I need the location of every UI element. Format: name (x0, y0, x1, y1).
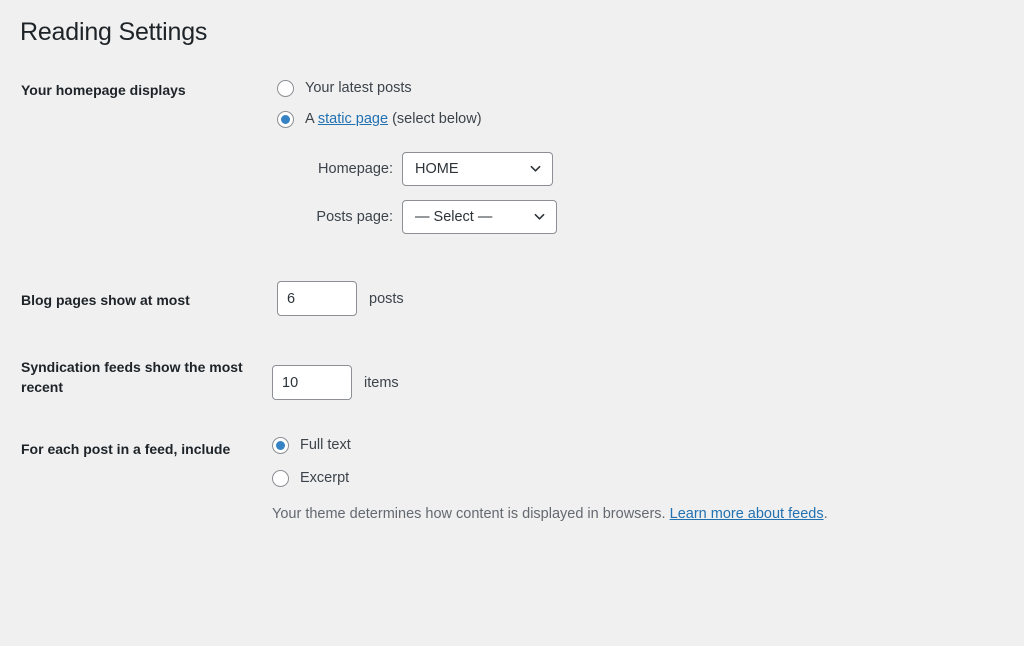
homepage-select-line: Homepage: HOME (299, 152, 1024, 186)
syndication-feeds-line: items (272, 365, 1024, 400)
row-feed-include: For each post in a feed, include Full te… (0, 437, 1024, 524)
label-syndication-feeds: Syndication feeds show the most recent (21, 359, 243, 396)
label-blog-pages: Blog pages show at most (21, 292, 190, 308)
row-homepage-displays: Your homepage displays Your latest posts… (0, 80, 1024, 234)
help-text-prefix: Your theme determines how content is dis… (272, 506, 670, 522)
reading-settings-page: Reading Settings Your homepage displays … (0, 0, 1024, 650)
field-homepage-displays: Your latest posts A static page (select … (277, 80, 1024, 234)
radio-label-static-page: A static page (select below) (305, 112, 482, 127)
posts-page-select[interactable]: — Select — (402, 200, 557, 234)
field-syndication-feeds: items (272, 355, 1024, 400)
radio-static-page[interactable] (277, 111, 294, 128)
blog-pages-input[interactable] (277, 281, 357, 316)
bottom-divider (0, 646, 1024, 650)
radio-label-latest-posts: Your latest posts (305, 80, 412, 97)
field-feed-include: Full text Excerpt Your theme determines … (272, 437, 1024, 524)
static-page-select-group: Homepage: HOME Posts page: — Select — (277, 152, 1024, 234)
blog-pages-line: posts (277, 281, 1024, 316)
radio-full-text[interactable] (272, 437, 289, 454)
syndication-feeds-input[interactable] (272, 365, 352, 400)
row-blog-pages: Blog pages show at most posts (0, 281, 1024, 316)
page-title: Reading Settings (20, 18, 208, 46)
row-syndication-feeds: Syndication feeds show the most recent i… (0, 355, 1024, 400)
chevron-down-icon (530, 163, 541, 174)
homepage-select[interactable]: HOME (402, 152, 553, 186)
static-page-prefix: A (305, 111, 318, 128)
static-page-suffix: (select below) (388, 111, 482, 128)
homepage-select-value: HOME (415, 161, 459, 177)
label-feed-include: For each post in a feed, include (21, 441, 231, 457)
chevron-down-icon (534, 211, 545, 222)
label-homepage-displays: Your homepage displays (21, 82, 186, 98)
radio-label-full-text: Full text (300, 437, 351, 454)
feed-include-help-text: Your theme determines how content is dis… (272, 504, 1024, 524)
radio-excerpt[interactable] (272, 470, 289, 487)
blog-pages-suffix: posts (369, 290, 404, 307)
radio-latest-posts[interactable] (277, 80, 294, 97)
help-text-suffix: . (823, 506, 828, 522)
radio-option-full-text[interactable]: Full text (272, 437, 1024, 454)
settings-form-table: Your homepage displays Your latest posts… (0, 80, 1024, 524)
static-page-link[interactable]: static page (318, 111, 388, 127)
radio-label-excerpt: Excerpt (300, 470, 350, 487)
radio-option-latest-posts[interactable]: Your latest posts (277, 80, 1024, 97)
homepage-select-label: Homepage: (318, 161, 393, 177)
syndication-feeds-suffix: items (364, 374, 399, 391)
radio-option-static-page[interactable]: A static page (select below) (277, 111, 1024, 128)
learn-more-about-feeds-link[interactable]: Learn more about feeds (670, 506, 824, 522)
radio-option-excerpt[interactable]: Excerpt (272, 470, 1024, 487)
posts-page-select-value: — Select — (415, 209, 493, 225)
posts-page-select-label: Posts page: (316, 209, 393, 225)
field-blog-pages: posts (277, 281, 1024, 316)
posts-page-select-line: Posts page: — Select — (299, 200, 1024, 234)
